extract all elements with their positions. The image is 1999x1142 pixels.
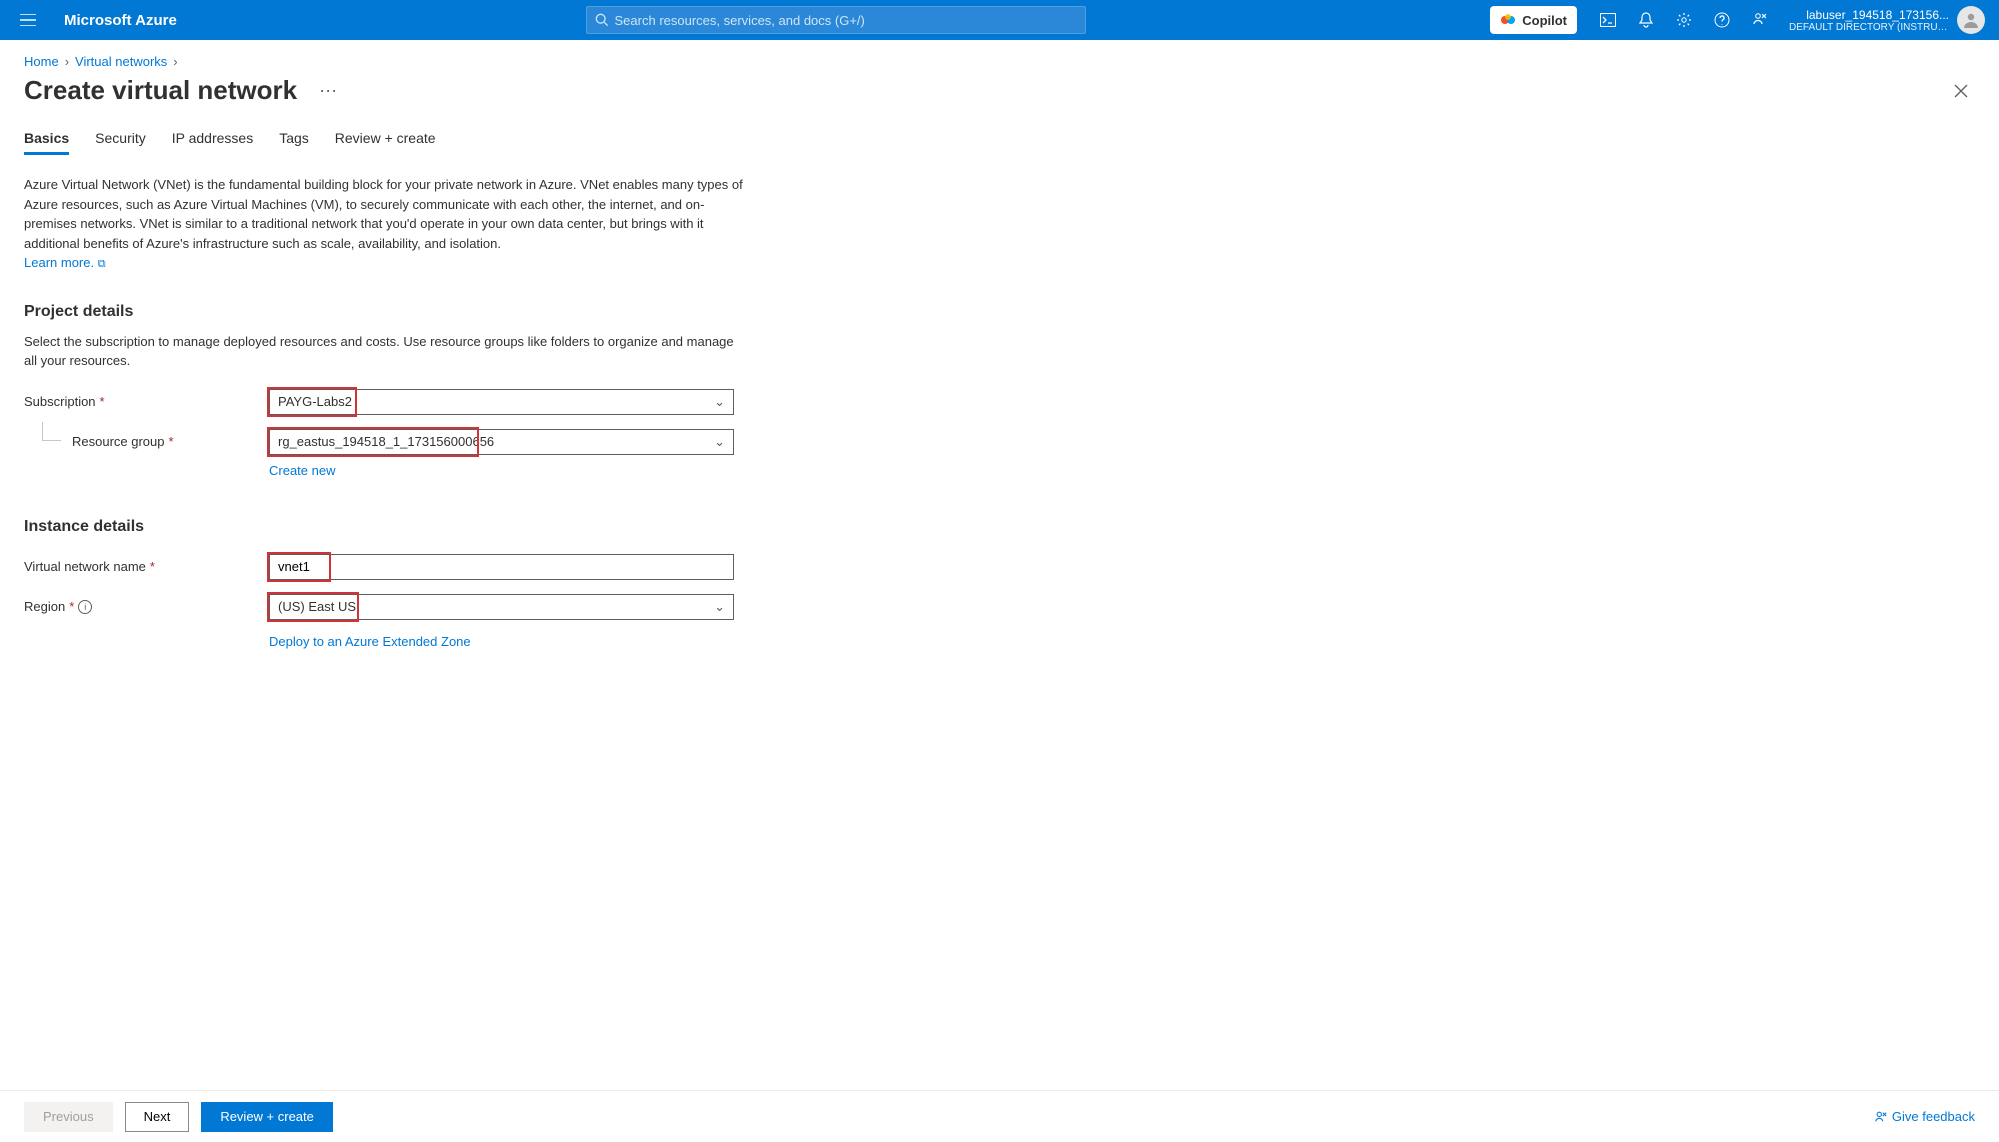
region-select[interactable]: (US) East US ⌄ xyxy=(269,594,734,620)
account-button[interactable]: labuser_194518_173156... DEFAULT DIRECTO… xyxy=(1779,6,1991,34)
chevron-down-icon: ⌄ xyxy=(714,434,725,450)
user-tenant: DEFAULT DIRECTORY (INSTRUCT... xyxy=(1789,22,1949,33)
vnet-name-input-wrap[interactable] xyxy=(269,554,734,580)
external-link-icon: ⧉ xyxy=(98,258,106,270)
required-marker: * xyxy=(69,599,74,614)
brand-label[interactable]: Microsoft Azure xyxy=(48,12,193,29)
chevron-down-icon: ⌄ xyxy=(714,394,725,410)
avatar xyxy=(1957,6,1985,34)
next-button[interactable]: Next xyxy=(125,1102,190,1132)
breadcrumb: Home › Virtual networks › xyxy=(24,54,1975,69)
page-header: Create virtual network ··· xyxy=(24,75,1975,106)
cloud-shell-icon xyxy=(1600,13,1616,27)
close-icon xyxy=(1953,83,1969,99)
tab-ip-addresses[interactable]: IP addresses xyxy=(172,130,253,155)
region-value: (US) East US xyxy=(278,599,356,614)
footer-bar: Previous Next Review + create Give feedb… xyxy=(0,1090,1999,1142)
give-feedback-label: Give feedback xyxy=(1892,1109,1975,1124)
settings-button[interactable] xyxy=(1665,0,1703,40)
info-icon[interactable]: i xyxy=(78,600,92,614)
notifications-button[interactable] xyxy=(1627,0,1665,40)
region-label: Region * i xyxy=(24,599,269,614)
page-title: Create virtual network xyxy=(24,75,297,106)
tab-basics[interactable]: Basics xyxy=(24,130,69,155)
user-info: labuser_194518_173156... DEFAULT DIRECTO… xyxy=(1789,8,1949,33)
help-button[interactable] xyxy=(1703,0,1741,40)
previous-button: Previous xyxy=(24,1102,113,1132)
azure-topbar: Microsoft Azure Copilot labuser_194518 xyxy=(0,0,1999,40)
learn-more-label: Learn more. xyxy=(24,255,94,270)
feedback-icon xyxy=(1874,1110,1888,1124)
footer-buttons: Previous Next Review + create xyxy=(24,1102,333,1132)
gear-icon xyxy=(1676,12,1692,28)
intro-text: Azure Virtual Network (VNet) is the fund… xyxy=(24,175,744,253)
content-area: Home › Virtual networks › Create virtual… xyxy=(0,40,1999,1090)
tab-tags[interactable]: Tags xyxy=(279,130,309,155)
copilot-icon xyxy=(1500,12,1516,28)
project-details-sub: Select the subscription to manage deploy… xyxy=(24,333,744,371)
region-row: Region * i (US) East US ⌄ xyxy=(24,594,1975,620)
breadcrumb-sep: › xyxy=(173,54,177,69)
resource-group-row: Resource group * rg_eastus_194518_1_1731… xyxy=(24,429,1975,455)
tab-security[interactable]: Security xyxy=(95,130,146,155)
extended-zone-link[interactable]: Deploy to an Azure Extended Zone xyxy=(269,634,1975,649)
topbar-icon-group xyxy=(1589,0,1779,40)
user-name: labuser_194518_173156... xyxy=(1789,8,1949,22)
required-marker: * xyxy=(100,394,105,409)
close-blade[interactable] xyxy=(1947,77,1975,105)
hamburger-icon xyxy=(20,14,36,26)
global-search-wrap xyxy=(193,6,1478,34)
project-details-heading: Project details xyxy=(24,303,1975,321)
create-new-rg-link[interactable]: Create new xyxy=(269,463,1975,478)
subscription-select[interactable]: PAYG-Labs2 ⌄ xyxy=(269,389,734,415)
required-marker: * xyxy=(169,434,174,449)
required-marker: * xyxy=(150,559,155,574)
vnet-name-row: Virtual network name * xyxy=(24,554,1975,580)
help-icon xyxy=(1714,12,1730,28)
subscription-label: Subscription * xyxy=(24,394,269,409)
feedback-icon xyxy=(1752,12,1768,28)
breadcrumb-home[interactable]: Home xyxy=(24,54,59,69)
review-create-button[interactable]: Review + create xyxy=(201,1102,333,1132)
search-input[interactable] xyxy=(615,13,1077,28)
resource-group-label: Resource group * xyxy=(24,434,269,449)
give-feedback-link[interactable]: Give feedback xyxy=(1874,1109,1975,1124)
vnet-name-input[interactable] xyxy=(278,559,725,574)
breadcrumb-vnets[interactable]: Virtual networks xyxy=(75,54,167,69)
bell-icon xyxy=(1639,12,1653,28)
subscription-value: PAYG-Labs2 xyxy=(278,394,352,409)
copilot-label: Copilot xyxy=(1522,13,1567,28)
instance-details-heading: Instance details xyxy=(24,518,1975,536)
tab-review-create[interactable]: Review + create xyxy=(335,130,436,155)
tab-bar: Basics Security IP addresses Tags Review… xyxy=(24,130,1975,155)
vnet-name-label: Virtual network name * xyxy=(24,559,269,574)
breadcrumb-sep: › xyxy=(65,54,69,69)
feedback-button-top[interactable] xyxy=(1741,0,1779,40)
subscription-row: Subscription * PAYG-Labs2 ⌄ xyxy=(24,389,1975,415)
learn-more-link[interactable]: Learn more. ⧉ xyxy=(24,255,106,270)
resource-group-select[interactable]: rg_eastus_194518_1_173156000656 ⌄ xyxy=(269,429,734,455)
hamburger-menu[interactable] xyxy=(8,0,48,40)
resource-group-value: rg_eastus_194518_1_173156000656 xyxy=(278,434,494,449)
chevron-down-icon: ⌄ xyxy=(714,599,725,615)
more-actions[interactable]: ··· xyxy=(311,76,345,105)
search-icon xyxy=(595,13,609,27)
copilot-button[interactable]: Copilot xyxy=(1490,6,1577,34)
avatar-icon xyxy=(1962,11,1980,29)
cloud-shell-button[interactable] xyxy=(1589,0,1627,40)
global-search[interactable] xyxy=(586,6,1086,34)
